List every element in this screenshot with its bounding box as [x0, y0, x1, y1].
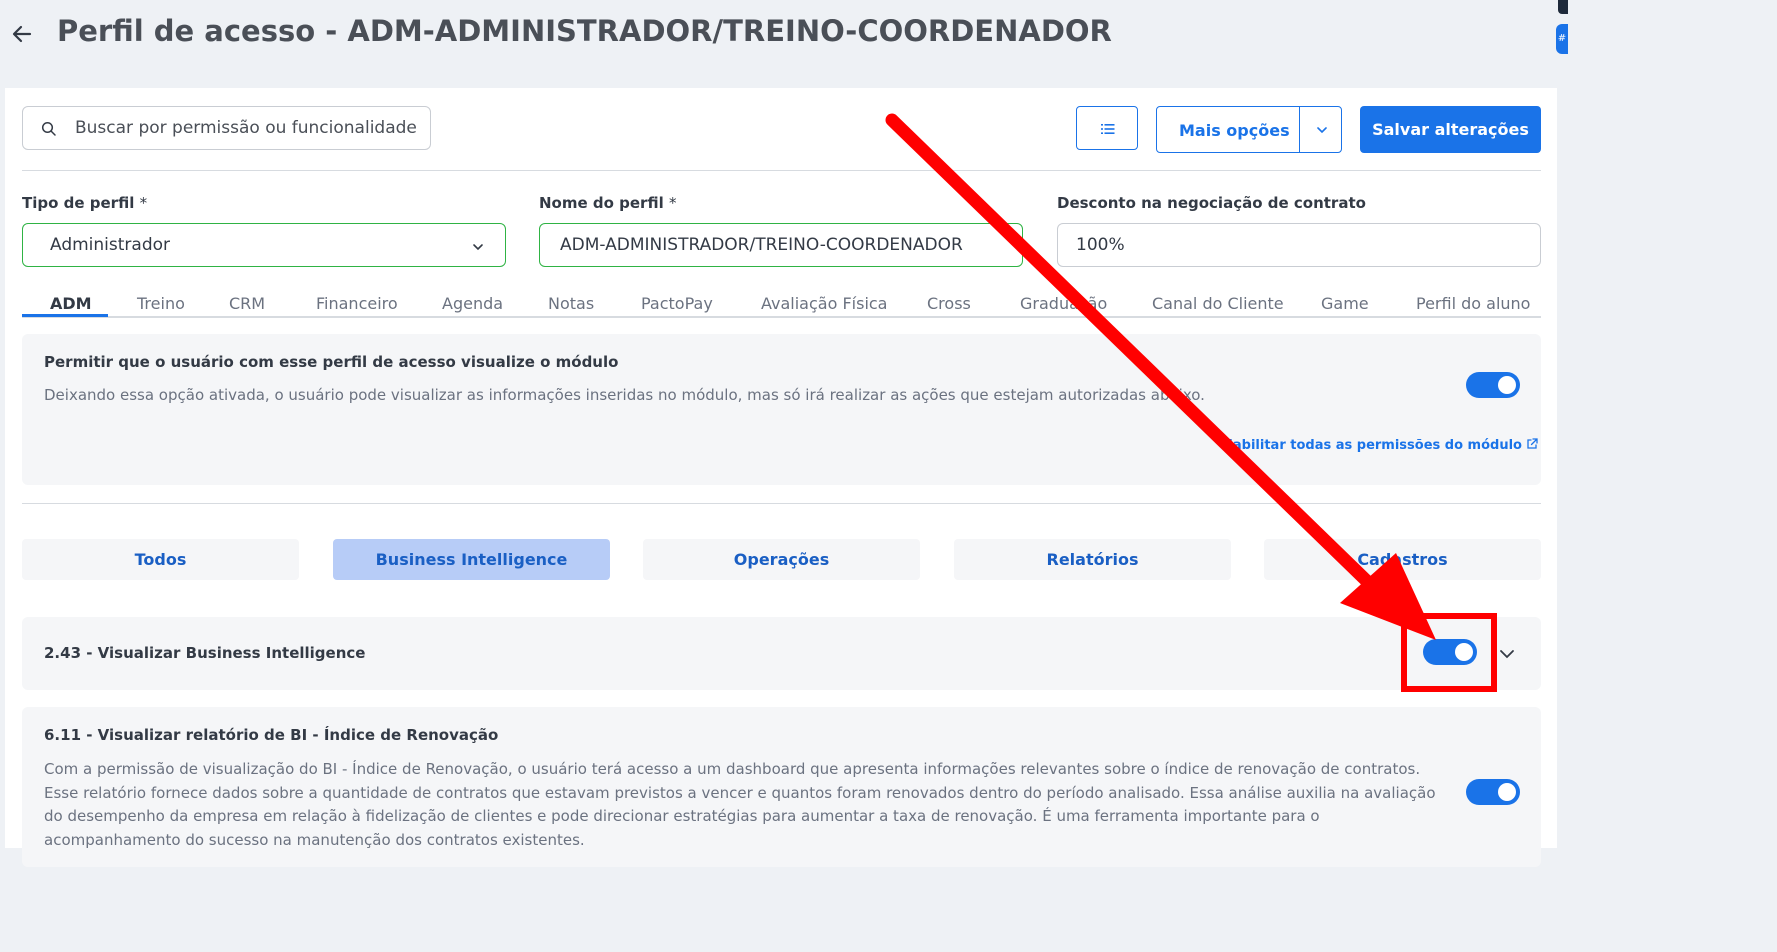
- module-access-panel: Permitir que o usuário com esse perfil d…: [22, 334, 1541, 485]
- permission-toggle[interactable]: [1466, 779, 1520, 805]
- toggle-knob: [1498, 376, 1516, 394]
- permission-description: Com a permissão de visualização do BI - …: [44, 760, 1436, 849]
- permission-toggle[interactable]: [1423, 639, 1477, 665]
- more-options-button[interactable]: Mais opções: [1156, 106, 1342, 153]
- chevron-down-icon[interactable]: [1498, 645, 1516, 663]
- tab-canal-do-cliente[interactable]: Canal do Cliente: [1152, 294, 1284, 313]
- profile-type-select[interactable]: Administrador: [22, 223, 506, 267]
- profile-name-field[interactable]: ADM-ADMINISTRADOR/TREINO-COORDENADOR: [539, 223, 1023, 267]
- tab-cross[interactable]: Cross: [927, 294, 971, 313]
- toggle-knob: [1498, 783, 1516, 801]
- tab-financeiro[interactable]: Financeiro: [316, 294, 398, 313]
- page-header: Perfil de acesso - ADM-ADMINISTRADOR/TRE…: [0, 0, 1568, 88]
- profile-name-label: Nome do perfil *: [539, 194, 677, 212]
- permission-row: 6.11 - Visualizar relatório de BI - Índi…: [22, 707, 1541, 867]
- enable-all-permissions-link[interactable]: Habilitar todas as permissões do módulo: [1222, 438, 1538, 453]
- arrow-left-icon[interactable]: [10, 22, 34, 46]
- filter-todos[interactable]: Todos: [22, 539, 299, 580]
- permission-title: 6.11 - Visualizar relatório de BI - Índi…: [44, 726, 499, 744]
- module-access-description: Deixando essa opção ativada, o usuário p…: [44, 386, 1205, 404]
- discount-label: Desconto na negociação de contrato: [1057, 194, 1366, 212]
- tab-pactopay[interactable]: PactoPay: [641, 294, 713, 313]
- save-button[interactable]: Salvar alterações: [1360, 106, 1541, 153]
- tab-adm[interactable]: ADM: [50, 294, 92, 313]
- tab-game[interactable]: Game: [1321, 294, 1369, 313]
- profile-type-label: Tipo de perfil *: [22, 194, 148, 212]
- active-tab-indicator: [22, 314, 108, 317]
- tab-graduacao[interactable]: Graduação: [1020, 294, 1107, 313]
- filter-label: Operações: [733, 550, 830, 569]
- save-button-label: Salvar alterações: [1372, 120, 1529, 139]
- external-link-icon: [1527, 438, 1538, 449]
- permission-row: 2.43 - Visualizar Business Intelligence: [22, 617, 1541, 690]
- page-title: Perfil de acesso - ADM-ADMINISTRADOR/TRE…: [57, 14, 1112, 48]
- hash-icon[interactable]: #: [1556, 24, 1568, 54]
- tab-notas[interactable]: Notas: [548, 294, 594, 313]
- tab-crm[interactable]: CRM: [229, 294, 265, 313]
- module-access-toggle[interactable]: [1466, 372, 1520, 398]
- tab-perfil-do-aluno[interactable]: Perfil do aluno: [1416, 294, 1530, 313]
- discount-field[interactable]: 100%: [1057, 223, 1541, 267]
- tab-avaliacao-fisica[interactable]: Avaliação Física: [761, 294, 887, 313]
- filter-operacoes[interactable]: Operações: [643, 539, 920, 580]
- chevron-down-icon: [473, 244, 483, 251]
- list-icon: [1101, 124, 1115, 134]
- discount-value: 100%: [1076, 235, 1125, 255]
- list-view-button[interactable]: [1076, 106, 1138, 150]
- tab-agenda[interactable]: Agenda: [442, 294, 503, 313]
- profile-name-value: ADM-ADMINISTRADOR/TREINO-COORDENADOR: [560, 235, 963, 255]
- filter-cadastros[interactable]: Cadastros: [1264, 539, 1541, 580]
- filter-label: Cadastros: [1357, 550, 1448, 569]
- search-input[interactable]: Buscar por permissão ou funcionalidade: [22, 106, 431, 150]
- toggle-knob: [1455, 643, 1473, 661]
- chevron-down-icon[interactable]: [1315, 123, 1329, 137]
- divider: [1299, 107, 1300, 152]
- filter-label: Business Intelligence: [375, 550, 568, 569]
- divider: [22, 170, 1541, 171]
- permission-title: 2.43 - Visualizar Business Intelligence: [44, 644, 366, 662]
- search-placeholder: Buscar por permissão ou funcionalidade: [75, 118, 417, 138]
- filter-label: Todos: [134, 550, 187, 569]
- profile-type-value: Administrador: [50, 235, 171, 255]
- filter-relatorios[interactable]: Relatórios: [954, 539, 1231, 580]
- filter-label: Relatórios: [1046, 550, 1139, 569]
- divider: [22, 503, 1541, 504]
- tab-treino[interactable]: Treino: [137, 294, 185, 313]
- search-icon: [41, 121, 56, 136]
- edge-badge[interactable]: [1558, 0, 1568, 14]
- module-tabs: ADM Treino CRM Financeiro Agenda Notas P…: [22, 290, 1541, 318]
- filter-business-intelligence[interactable]: Business Intelligence: [333, 539, 610, 580]
- module-access-title: Permitir que o usuário com esse perfil d…: [44, 353, 619, 371]
- more-options-label: Mais opções: [1179, 121, 1290, 140]
